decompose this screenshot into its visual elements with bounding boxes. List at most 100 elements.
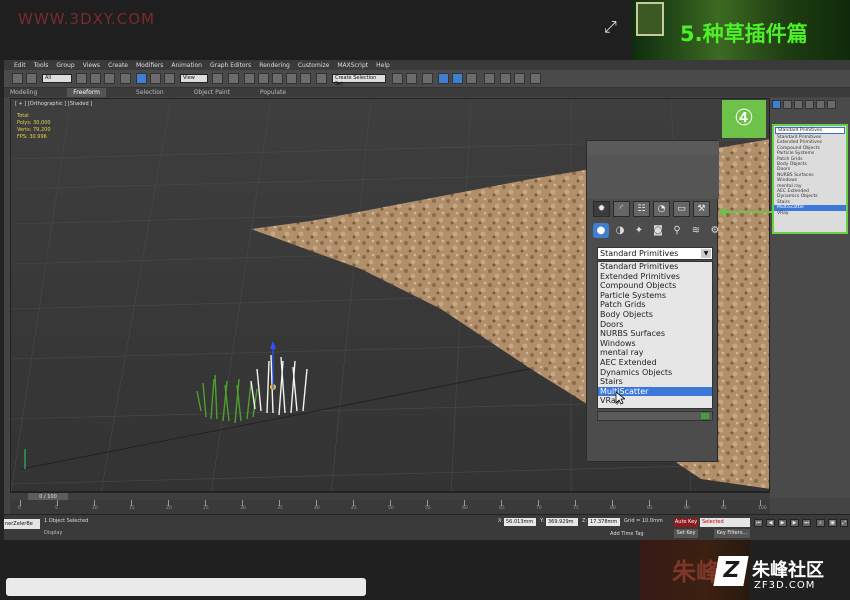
menu-create[interactable]: Create — [108, 62, 128, 69]
list-item[interactable]: Standard Primitives — [598, 262, 712, 272]
percent-snap-icon[interactable] — [286, 73, 297, 84]
menu-customize[interactable]: Customize — [298, 62, 330, 69]
list-item[interactable]: Extended Primitives — [598, 272, 712, 282]
render-production-icon[interactable] — [530, 73, 541, 84]
graphite-tools-icon[interactable] — [438, 73, 449, 84]
video-progress-bar[interactable] — [6, 578, 366, 596]
region-select-icon[interactable] — [104, 73, 115, 84]
list-item[interactable]: Doors — [598, 320, 712, 330]
z-coordinate-field[interactable]: 17.378mm — [588, 518, 620, 526]
next-frame-icon[interactable]: ▶ — [790, 519, 799, 527]
utilities-tab-icon[interactable] — [827, 100, 836, 109]
render-setup-icon[interactable] — [500, 73, 511, 84]
shapes-icon[interactable]: ◑ — [612, 223, 628, 238]
menu-maxscript[interactable]: MAXScript — [337, 62, 368, 69]
spinner-snap-icon[interactable] — [300, 73, 311, 84]
angle-snap-icon[interactable] — [272, 73, 283, 84]
move-icon[interactable] — [136, 73, 147, 84]
menu-group[interactable]: Group — [56, 62, 74, 69]
key-filters-button[interactable]: Key Filters... — [714, 529, 750, 538]
menu-graph-editors[interactable]: Graph Editors — [210, 62, 251, 69]
zoom-extents-icon[interactable]: ▣ — [828, 519, 837, 527]
edit-named-sets-icon[interactable] — [316, 73, 327, 84]
pivot-icon[interactable] — [212, 73, 223, 84]
maxscript-listener[interactable]: nerZelerBe — [4, 519, 40, 529]
display-tab-icon[interactable] — [816, 100, 825, 109]
display-tab-icon[interactable]: ▭ — [673, 201, 690, 217]
rotate-icon[interactable] — [150, 73, 161, 84]
tab-populate[interactable]: Populate — [260, 88, 286, 97]
geometry-icon[interactable]: ● — [593, 223, 609, 238]
tab-object-paint[interactable]: Object Paint — [194, 88, 230, 97]
undo-icon[interactable] — [12, 73, 23, 84]
go-to-end-icon[interactable]: ⏭ — [802, 519, 811, 527]
create-tab-icon[interactable]: ✹ — [593, 201, 610, 217]
menu-rendering[interactable]: Rendering — [259, 62, 290, 69]
window-crossing-icon[interactable] — [120, 73, 131, 84]
menu-edit[interactable]: Edit — [14, 62, 26, 69]
menu-tools[interactable]: Tools — [34, 62, 49, 69]
tab-selection[interactable]: Selection — [136, 88, 164, 97]
track-bar[interactable]: 0 5 10 15 20 25 30 35 40 45 50 55 60 65 70 75 80 85 90 95 10… — [10, 500, 770, 514]
thumbnail-frame[interactable] — [636, 2, 664, 36]
select-manipulate-icon[interactable] — [228, 73, 239, 84]
keyboard-shortcut-icon[interactable] — [244, 73, 255, 84]
list-item[interactable]: Patch Grids — [598, 300, 712, 310]
set-key-button[interactable]: Set Key — [674, 529, 698, 538]
mirror-icon[interactable] — [392, 73, 403, 84]
menu-views[interactable]: Views — [83, 62, 100, 69]
list-item[interactable]: Particle Systems — [598, 291, 712, 301]
object-type-dropdown[interactable]: Standard Primitives ▼ — [597, 247, 713, 260]
hierarchy-tab-icon[interactable]: ☷ — [633, 201, 650, 217]
select-by-name-icon[interactable] — [90, 73, 101, 84]
utilities-tab-icon[interactable]: ⚒ — [693, 201, 710, 217]
list-item[interactable]: Windows — [598, 339, 712, 349]
snap-toggle-icon[interactable] — [258, 73, 269, 84]
list-item[interactable]: NURBS Surfaces — [598, 329, 712, 339]
add-time-tag[interactable]: Add Time Tag — [610, 531, 644, 537]
viewport-label[interactable]: [ + ] [Orthographic ] [Shaded ] — [15, 101, 92, 107]
object-type-list[interactable]: Standard Primitives Extended Primitives … — [597, 261, 713, 409]
key-mode-dropdown[interactable]: Selected — [700, 518, 750, 527]
prev-frame-icon[interactable]: ◀ — [766, 519, 775, 527]
object-type-dropdown-small[interactable]: Standard Primitives — [775, 127, 845, 134]
create-tab-icon[interactable] — [772, 100, 781, 109]
chevron-down-icon[interactable]: ▼ — [701, 249, 711, 258]
list-item[interactable]: mental ray — [598, 348, 712, 358]
cameras-icon[interactable]: ◙ — [650, 223, 666, 238]
list-item[interactable]: VRay — [774, 211, 846, 216]
select-icon[interactable] — [76, 73, 87, 84]
maximize-viewport-icon[interactable]: ⤢ — [840, 519, 848, 527]
curve-editor-icon[interactable] — [452, 73, 463, 84]
list-item[interactable]: Compound Objects — [598, 281, 712, 291]
x-coordinate-field[interactable]: 56.013mm — [504, 518, 536, 526]
layer-manager-icon[interactable] — [422, 73, 433, 84]
rendered-frame-icon[interactable] — [514, 73, 525, 84]
go-to-start-icon[interactable]: ⏮ — [754, 519, 763, 527]
align-icon[interactable] — [406, 73, 417, 84]
list-item[interactable]: Stairs — [598, 377, 712, 387]
time-slider[interactable]: 0 / 100 — [10, 492, 770, 501]
zoom-icon[interactable]: ⌕ — [816, 519, 825, 527]
y-coordinate-field[interactable]: 369.929m — [546, 518, 578, 526]
modify-tab-icon[interactable] — [783, 100, 792, 109]
motion-tab-icon[interactable]: ◔ — [653, 201, 670, 217]
lights-icon[interactable]: ✦ — [631, 223, 647, 238]
play-icon[interactable]: ▶ — [778, 519, 787, 527]
menu-modifiers[interactable]: Modifiers — [136, 62, 163, 69]
schematic-view-icon[interactable] — [466, 73, 477, 84]
list-item[interactable]: Dynamics Objects — [598, 368, 712, 378]
menu-help[interactable]: Help — [376, 62, 390, 69]
auto-key-button[interactable]: Auto Key — [674, 518, 698, 527]
selection-filter-dropdown[interactable]: All — [42, 74, 72, 83]
modify-tab-icon[interactable]: ◜ — [613, 201, 630, 217]
hierarchy-tab-icon[interactable] — [794, 100, 803, 109]
tab-freeform[interactable]: Freeform — [67, 88, 107, 97]
helpers-icon[interactable]: ⚲ — [669, 223, 685, 238]
motion-tab-icon[interactable] — [805, 100, 814, 109]
object-type-list-small[interactable]: Standard Primitives Standard Primitives … — [772, 124, 848, 234]
menu-animation[interactable]: Animation — [171, 62, 202, 69]
reference-coord-dropdown[interactable]: View — [180, 74, 208, 83]
material-editor-icon[interactable] — [484, 73, 495, 84]
systems-icon[interactable]: ⚙ — [707, 223, 723, 238]
